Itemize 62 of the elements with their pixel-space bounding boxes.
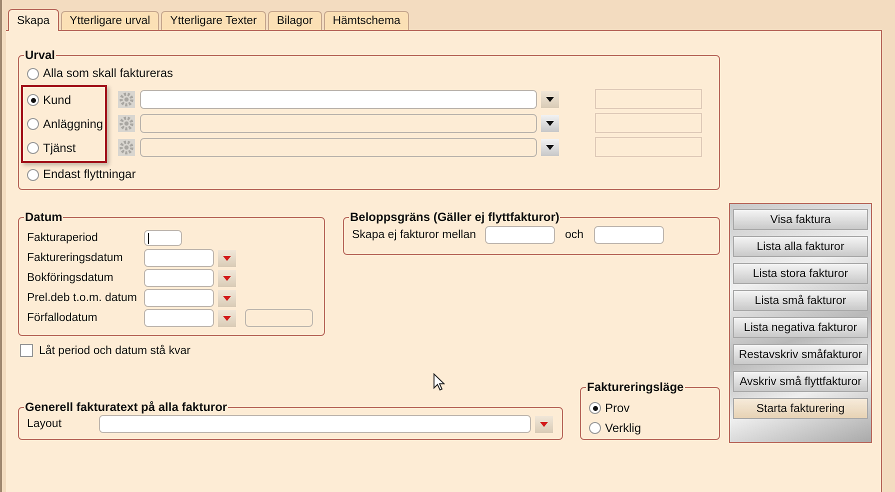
text-cursor xyxy=(148,233,149,244)
radio-button[interactable]: Kund xyxy=(27,92,72,108)
radio-button[interactable]: Prov xyxy=(589,400,630,416)
action-button[interactable]: Visa faktura xyxy=(733,209,868,230)
field-label: Prel.deb t.o.m. datum xyxy=(27,292,138,304)
field-label: Faktureringsdatum xyxy=(27,252,124,264)
gear-icon[interactable] xyxy=(118,114,135,132)
action-button[interactable]: Lista stora fakturor xyxy=(733,263,868,284)
field-label: Förfallodatum xyxy=(27,312,98,324)
field-label: och xyxy=(565,229,584,241)
dropdown-button[interactable] xyxy=(541,114,559,132)
group-title: Beloppsgräns (Gäller ej flyttfakturor) xyxy=(349,210,560,224)
action-button[interactable]: Starta fakturering xyxy=(733,398,868,419)
field-label: Fakturaperiod xyxy=(27,232,99,244)
field-label: Skapa ej fakturor mellan xyxy=(352,229,476,241)
group-title: Urval xyxy=(24,48,56,62)
tab[interactable]: Skapa xyxy=(8,9,59,31)
input-field[interactable] xyxy=(594,226,664,244)
action-button[interactable]: Lista alla fakturor xyxy=(733,236,868,257)
tab[interactable]: Hämtschema xyxy=(324,11,410,30)
group-title: Faktureringsläge xyxy=(586,380,685,394)
input-field[interactable] xyxy=(144,230,182,246)
tab[interactable]: Ytterligare urval xyxy=(60,11,160,30)
action-button[interactable]: Lista negativa fakturor xyxy=(733,317,868,338)
date-field[interactable] xyxy=(144,269,214,287)
radio-button[interactable]: Verklig xyxy=(589,420,642,436)
date-field[interactable] xyxy=(144,249,214,267)
combo-field[interactable] xyxy=(140,114,537,132)
checkbox-label: Låt period och datum stå kvar xyxy=(39,344,190,356)
field-label: Bokföringsdatum xyxy=(27,272,114,284)
caret-icon xyxy=(223,256,231,260)
caret-icon xyxy=(223,316,231,320)
date-field[interactable] xyxy=(144,289,214,307)
date-field[interactable] xyxy=(144,309,214,327)
caret-icon xyxy=(546,120,554,126)
radio-button[interactable]: Tjänst xyxy=(27,140,76,156)
action-button[interactable]: Lista små fakturor xyxy=(733,290,868,311)
group-title: Datum xyxy=(24,210,64,224)
caret-icon xyxy=(223,296,231,300)
radio-button[interactable]: Alla som skall faktureras xyxy=(27,66,174,81)
combo-field[interactable] xyxy=(140,90,537,108)
field-label: Layout xyxy=(27,418,63,430)
dropdown-button[interactable] xyxy=(541,138,559,156)
gear-icon[interactable] xyxy=(118,90,135,108)
action-button[interactable]: Avskriv små flyttfakturor xyxy=(733,371,868,392)
caret-icon xyxy=(546,144,554,150)
radio-button[interactable]: Anläggning xyxy=(27,116,104,132)
checkbox[interactable] xyxy=(20,344,33,357)
combo-field[interactable] xyxy=(140,138,537,156)
caret-icon xyxy=(546,96,554,102)
combo-field[interactable] xyxy=(99,415,531,433)
tab[interactable]: Bilagor xyxy=(268,11,322,30)
caret-icon xyxy=(223,276,231,280)
tab[interactable]: Ytterligare Texter xyxy=(161,11,266,30)
action-button[interactable]: Restavskriv småfakturor xyxy=(733,344,868,365)
group-title: Generell fakturatext på alla fakturor xyxy=(24,400,228,414)
input-field[interactable] xyxy=(485,226,556,244)
caret-icon xyxy=(540,422,548,426)
gear-icon[interactable] xyxy=(118,138,135,156)
mouse-pointer-icon xyxy=(433,373,445,391)
dropdown-button[interactable] xyxy=(541,90,559,108)
radio-button[interactable]: Endast flyttningar xyxy=(27,167,136,182)
